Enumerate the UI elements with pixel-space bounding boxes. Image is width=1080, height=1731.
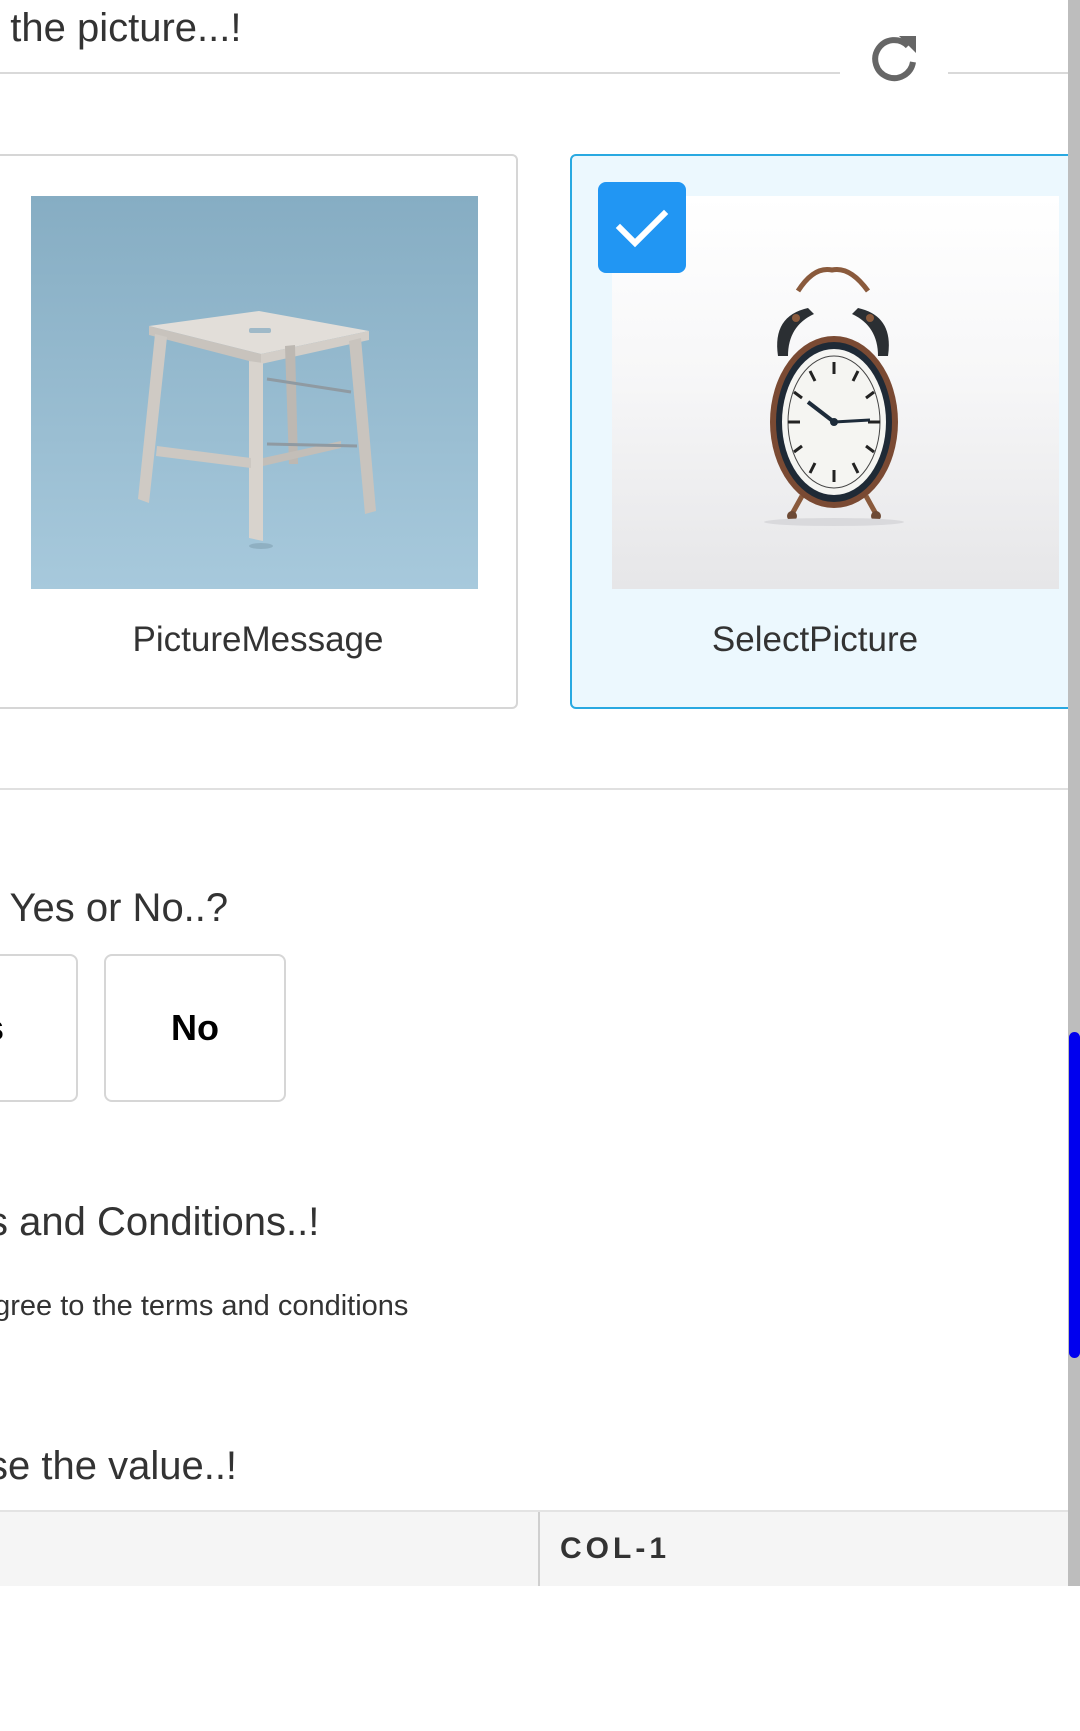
question-picture-title: t the picture...! [0, 6, 242, 50]
checkmark-icon [615, 209, 669, 248]
column-divider [538, 1512, 540, 1586]
survey-content: t the picture...! PictureMessage SelectP… [0, 0, 1068, 1586]
question-matrix-title: se the value..! [0, 1444, 238, 1488]
title-underline [0, 72, 840, 74]
picture-option-card-selected[interactable]: SelectPicture [570, 154, 1068, 709]
picture-option-caption: PictureMessage [132, 620, 384, 659]
section-divider [0, 788, 1068, 790]
stool-image [31, 196, 478, 589]
yes-button[interactable]: s [0, 954, 78, 1102]
picture-option-card[interactable]: PictureMessage [0, 154, 518, 709]
refresh-button[interactable] [864, 28, 924, 88]
survey-page: t the picture...! PictureMessage SelectP… [0, 0, 1080, 1731]
question-terms-title: s and Conditions..! [0, 1200, 320, 1244]
yes-button-label: s [0, 1007, 4, 1049]
matrix-column-header: COL-1 [560, 1532, 670, 1565]
no-button[interactable]: No [104, 954, 286, 1102]
terms-checkbox-label[interactable]: agree to the terms and conditions [0, 1286, 408, 1326]
blank-area [0, 1586, 1080, 1731]
no-button-label: No [171, 1007, 219, 1048]
selected-checkbox[interactable] [598, 182, 686, 273]
question-yes-no-title: t Yes or No..? [0, 886, 229, 930]
picture-option-caption: SelectPicture [711, 620, 919, 659]
refresh-icon [872, 36, 916, 82]
scrollbar-thumb[interactable] [1069, 1032, 1080, 1358]
matrix-header-row: COL-1 [0, 1510, 1068, 1586]
title-underline [948, 72, 1068, 74]
